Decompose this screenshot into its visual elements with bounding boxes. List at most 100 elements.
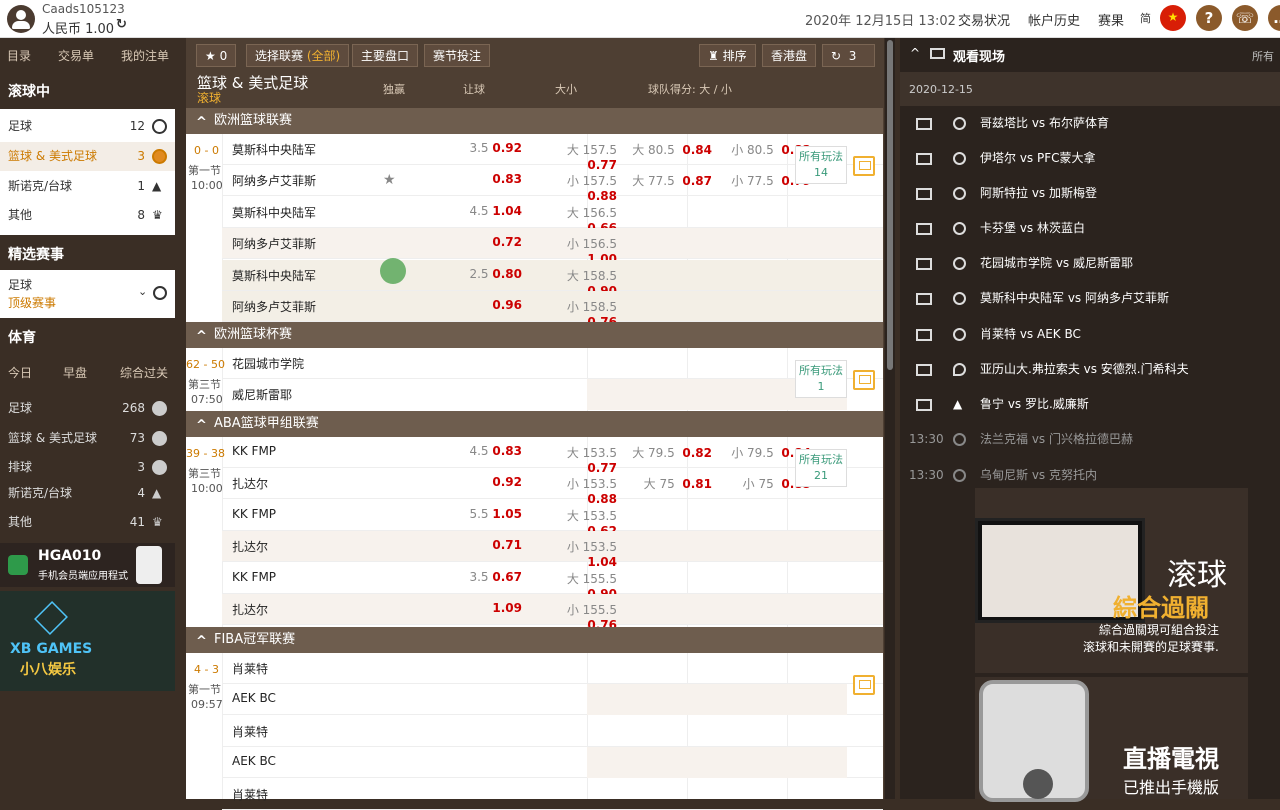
stream-item[interactable]: 阿斯特拉 vs 加斯梅登 <box>900 176 1280 211</box>
tab-early[interactable]: 早盘 <box>63 364 87 381</box>
odds-row: 莫斯科中央陆军 3.5 0.92 大 157.5 0.77 大 80.5 0.8… <box>222 134 883 172</box>
hga-app-banner[interactable]: HGA010 手机会员端应用程式 <box>0 543 175 587</box>
sport-volleyball[interactable]: 排球 3 <box>0 453 175 482</box>
favorites-button[interactable]: ★ 0 <box>196 44 237 67</box>
match-score: 0 - 0 <box>194 144 219 157</box>
language-label[interactable]: 简 <box>1140 10 1151 26</box>
tv-icon[interactable] <box>853 675 875 695</box>
live-basketball[interactable]: 篮球 & 美式足球 3 <box>0 142 175 171</box>
live-basketball-count: 3 <box>137 149 145 163</box>
avatar-icon[interactable] <box>7 5 35 33</box>
refresh-balance-icon[interactable]: ↻ <box>116 17 127 32</box>
sort-button[interactable]: ♜ 排序 <box>699 44 756 67</box>
live-snooker[interactable]: 斯诺克/台球 1 ▲ <box>0 172 175 201</box>
league-header[interactable]: 欧洲篮球联赛 <box>186 108 883 136</box>
home-points-odds[interactable]: 大 77.5 0.87 <box>632 172 712 189</box>
match-score: 62 - 50 <box>186 358 225 371</box>
nav-results[interactable]: 赛果 <box>1098 10 1124 29</box>
handicap-odds[interactable]: 0.71 <box>440 538 522 552</box>
live-football[interactable]: 足球 12 <box>0 112 175 141</box>
league-header[interactable]: FIBA冠军联赛 <box>186 627 883 655</box>
phone-icon[interactable]: ☏ <box>1232 5 1258 31</box>
league-header[interactable]: ABA篮球甲组联赛 <box>186 411 883 439</box>
live-tv-promo-banner[interactable]: 直播電視 已推出手機版 <box>975 677 1248 802</box>
league-header[interactable]: 欧洲篮球杯赛 <box>186 322 883 350</box>
tab-betslip[interactable]: 交易单 <box>58 47 94 64</box>
handicap-odds[interactable]: 5.5 1.05 <box>440 507 522 521</box>
handicap-odds[interactable]: 3.5 0.92 <box>440 141 522 155</box>
handicap-odds[interactable]: 0.96 <box>440 298 522 312</box>
stream-item[interactable]: 花园城市学院 vs 威尼斯雷耶 <box>900 246 1280 281</box>
basketball-icon <box>152 149 167 164</box>
main-market-button[interactable]: 主要盘口 <box>352 44 419 67</box>
tab-today[interactable]: 今日 <box>8 364 32 381</box>
stream-item[interactable]: 亚历山大.弗拉索夫 vs 安德烈.门希科夫 <box>900 352 1280 387</box>
favorite-star-icon[interactable]: ★ <box>383 172 396 188</box>
stream-item[interactable]: ▲ 鲁宁 vs 罗比.威廉斯 <box>900 387 1280 422</box>
sport-basketball[interactable]: 篮球 & 美式足球 73 <box>0 424 175 453</box>
left-sidebar: 目录 交易单 我的注单 滚球中 足球 12 篮球 & 美式足球 3 斯诺克/台球 1 ▲… <box>0 38 175 799</box>
odds-row: 威尼斯雷耶 <box>222 379 883 410</box>
football-icon <box>953 469 966 482</box>
tv-icon[interactable] <box>853 370 875 390</box>
all-bets-button[interactable]: 所有玩法 1 <box>795 360 847 398</box>
parlay-promo-banner[interactable]: 滚球 綜合過關 綜合過關現可組合投注 滚球和未開賽的足球賽事. <box>975 488 1248 673</box>
featured-selector[interactable]: 足球 顶级赛事 ⌄ <box>0 270 175 318</box>
sport-snooker[interactable]: 斯诺克/台球 4 ▲ <box>0 479 175 508</box>
monitor-icon <box>916 188 932 200</box>
stream-item[interactable]: 卡芬堡 vs 林茨蓝白 <box>900 211 1280 246</box>
all-bets-count: 1 <box>817 380 825 393</box>
home-points-odds[interactable]: 大 79.5 0.82 <box>632 444 712 461</box>
all-bets-button[interactable]: 所有玩法 14 <box>795 146 847 184</box>
sport-other[interactable]: 其他 41 ♛ <box>0 508 175 537</box>
tab-my-bets[interactable]: 我的注单 <box>121 47 169 64</box>
stream-item[interactable]: 伊塔尔 vs PFC蒙大拿 <box>900 141 1280 176</box>
handicap-odds[interactable]: 4.5 1.04 <box>440 204 522 218</box>
help-icon[interactable]: ? <box>1196 5 1222 31</box>
china-flag-icon[interactable]: ★ <box>1160 5 1186 31</box>
nav-transactions[interactable]: 交易状况 <box>958 10 1010 29</box>
chevron-up-icon[interactable]: ^ <box>910 46 920 60</box>
stream-label: 哥兹塔比 vs 布尔萨体育 <box>980 116 1109 130</box>
refresh-button[interactable]: ↻ 3 <box>822 44 875 67</box>
all-bets-count: 21 <box>814 469 828 482</box>
live-other[interactable]: 其他 8 ♛ <box>0 201 175 230</box>
football-icon <box>953 433 966 446</box>
stream-label: 阿斯特拉 vs 加斯梅登 <box>980 186 1097 200</box>
handicap-odds[interactable]: 0.92 <box>440 475 522 489</box>
all-bets-label: 所有玩法 <box>799 453 843 466</box>
chat-icon[interactable]: … <box>1268 5 1280 31</box>
tv-icon[interactable] <box>853 156 875 176</box>
live-other-count: 8 <box>137 208 145 222</box>
all-filter[interactable]: 所有 <box>1252 48 1274 64</box>
live-section-title: 滚球中 <box>8 84 50 100</box>
home-points-odds[interactable]: 大 75 0.81 <box>632 475 712 492</box>
promo2-big-text: 直播電視 <box>1123 745 1219 773</box>
match-period: 第一节 <box>188 164 221 177</box>
all-bets-button[interactable]: 所有玩法 21 <box>795 449 847 487</box>
handicap-odds[interactable]: 0.72 <box>440 235 522 249</box>
tab-menu[interactable]: 目录 <box>7 47 31 64</box>
home-points-odds[interactable]: 大 80.5 0.84 <box>632 141 712 158</box>
handicap-odds[interactable]: 2.5 0.80 <box>440 267 522 281</box>
nav-account-history[interactable]: 帐户历史 <box>1028 10 1080 29</box>
handicap-odds[interactable]: 0.83 <box>440 172 522 186</box>
odds-type-button[interactable]: 香港盘 <box>762 44 817 67</box>
xb-games-banner[interactable]: XB GAMES 小八娱乐 <box>0 591 175 691</box>
handicap-odds[interactable]: 1.09 <box>440 601 522 615</box>
handicap-odds[interactable]: 4.5 0.83 <box>440 444 522 458</box>
away-team: 扎达尔 <box>232 540 269 554</box>
stream-item[interactable]: 肖莱特 vs AEK BC <box>900 317 1280 352</box>
match-time: 10:00 <box>191 482 223 495</box>
tab-parlay[interactable]: 综合过关 <box>120 364 168 381</box>
select-league-button[interactable]: 选择联赛 (全部) <box>246 44 350 67</box>
sport-football[interactable]: 足球 268 <box>0 394 175 423</box>
match-block: 39 - 38 第三节 10:00 KK FMP 4.5 0.83 大 153.… <box>186 437 883 632</box>
stream-item[interactable]: 哥兹塔比 vs 布尔萨体育 <box>900 106 1280 141</box>
period-bet-button[interactable]: 赛节投注 <box>424 44 491 67</box>
handicap-odds[interactable]: 3.5 0.67 <box>440 570 522 584</box>
stream-item[interactable]: 13:30 法兰克福 vs 门兴格拉德巴赫 <box>900 422 1280 457</box>
table-tennis-icon <box>953 363 966 376</box>
stream-item[interactable]: 莫斯科中央陆军 vs 阿纳多卢艾菲斯 <box>900 281 1280 316</box>
center-scrollbar-thumb[interactable] <box>887 40 893 370</box>
